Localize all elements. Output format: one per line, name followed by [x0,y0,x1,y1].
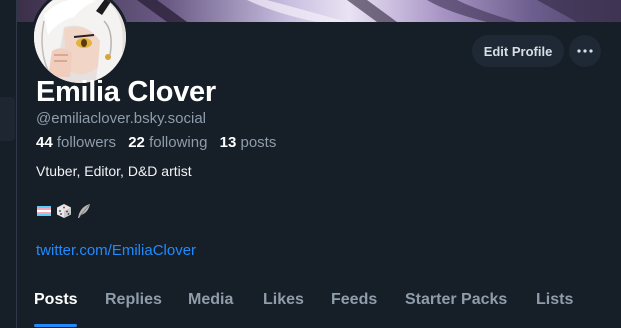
bio-emoji-row [36,203,92,221]
followers-label: followers [56,134,117,151]
followers-link[interactable]: 44 followers [36,134,116,151]
tab-media[interactable]: Media [188,291,233,309]
active-tab-indicator [34,324,77,327]
tab-starter-packs[interactable]: Starter Packs [405,291,507,309]
posts-stat: 13 posts [220,134,277,151]
edit-profile-button[interactable]: Edit Profile [472,35,564,67]
following-label: following [149,134,208,151]
tab-feeds[interactable]: Feeds [331,291,377,309]
followers-count: 44 [36,134,53,151]
tab-likes[interactable]: Likes [263,291,304,309]
tab-lists[interactable]: Lists [536,291,573,309]
tab-posts[interactable]: Posts [34,291,78,309]
profile-handle: @emiliaclover.bsky.social [36,110,207,127]
following-count: 22 [128,134,145,151]
posts-label: posts [240,134,277,151]
game-die-icon [57,204,71,218]
feather-icon [78,204,90,218]
profile-link[interactable]: twitter.com/EmiliaClover [36,242,196,259]
display-name: Emilia Clover [36,76,216,108]
sidebar-selected-marker [0,97,15,141]
following-link[interactable]: 22 following [128,134,207,151]
posts-count: 13 [219,134,237,151]
transgender-flag-icon [37,206,51,216]
profile-bio: Vtuber, Editor, D&D artist [36,163,192,179]
profile-column: Edit Profile Emilia Clover @emiliaclover… [16,0,621,328]
profile-stats: 44 followers 22 following 13 posts [36,134,284,151]
tab-replies[interactable]: Replies [105,291,162,309]
avatar[interactable] [31,0,129,86]
more-options-button[interactable] [569,35,601,67]
profile-tabs: Posts Replies Media Likes Feeds Starter … [17,281,621,328]
ellipsis-icon [577,49,593,53]
avatar-image [34,0,126,83]
left-sidebar-edge [0,0,15,328]
